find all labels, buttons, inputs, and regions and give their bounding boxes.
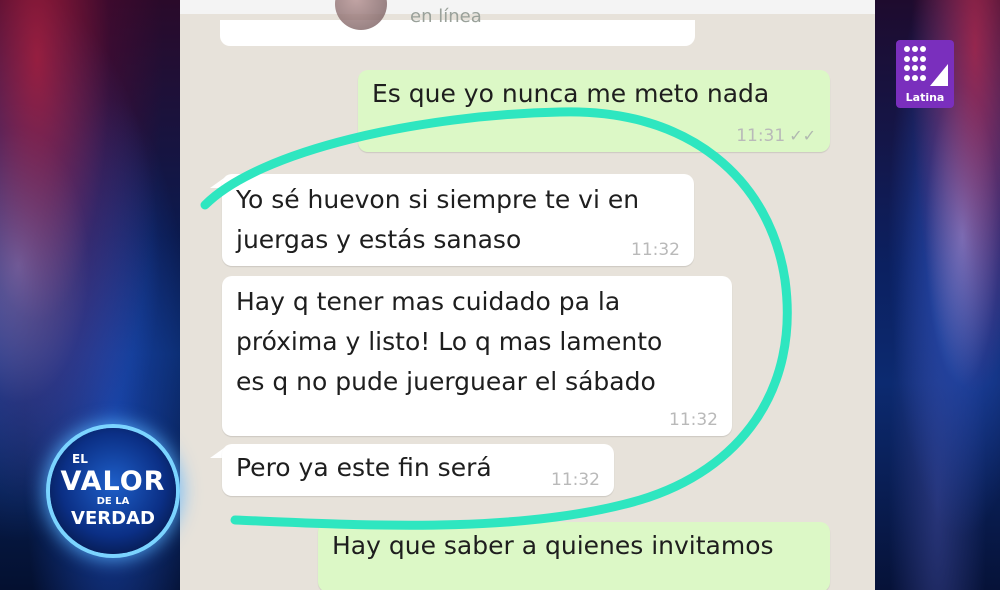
- channel-logo-text: Latina: [905, 91, 945, 104]
- message-text: Pero ya este fin será: [236, 453, 492, 482]
- show-logo-sub: VERDAD: [71, 508, 155, 529]
- message-outgoing[interactable]: Es que yo nunca me meto nada 11:31 ✓✓: [358, 70, 830, 152]
- message-text-line: próxima y listo! Lo q mas lamento: [236, 327, 663, 356]
- chat-header: en línea: [330, 0, 870, 30]
- message-text: Es que yo nunca me meto nada: [372, 79, 770, 108]
- contact-status: en línea: [410, 6, 482, 27]
- message-incoming[interactable]: Pero ya este fin será 11:32: [222, 444, 614, 496]
- message-time: 11:32: [551, 470, 600, 490]
- channel-logo-mark: [930, 64, 948, 86]
- chat-screen: en línea Es que yo nunca me meto nada 11…: [180, 0, 875, 590]
- message-text-line: es q no pude juerguear el sábado: [236, 367, 656, 396]
- message-text-line: juergas y estás sanaso: [236, 225, 522, 254]
- message-time: 11:31 ✓✓: [736, 126, 816, 146]
- contact-avatar[interactable]: [335, 0, 387, 30]
- message-text-line: Yo sé huevon si siempre te vi en: [236, 185, 640, 214]
- show-logo: EL VALOR DE LA VERDAD: [50, 428, 176, 554]
- message-text: Hay que saber a quienes invitamos: [332, 531, 774, 560]
- message-text-line: Hay q tener mas cuidado pa la: [236, 287, 621, 316]
- double-check-icon: ✓✓: [789, 126, 816, 145]
- message-time: 11:32: [669, 410, 718, 430]
- channel-logo-dots: [904, 46, 928, 82]
- message-time: 11:32: [631, 240, 680, 260]
- show-logo-main: VALOR: [60, 466, 166, 497]
- message-time-value: 11:31: [736, 126, 786, 146]
- message-incoming[interactable]: Yo sé huevon si siempre te vi en juergas…: [222, 174, 694, 266]
- message-incoming[interactable]: Hay q tener mas cuidado pa la próxima y …: [222, 276, 732, 436]
- message-outgoing[interactable]: Hay que saber a quienes invitamos: [318, 522, 830, 590]
- show-logo-top: EL: [72, 452, 88, 466]
- show-logo-de: DE LA: [96, 496, 130, 507]
- channel-logo: Latina: [896, 40, 954, 108]
